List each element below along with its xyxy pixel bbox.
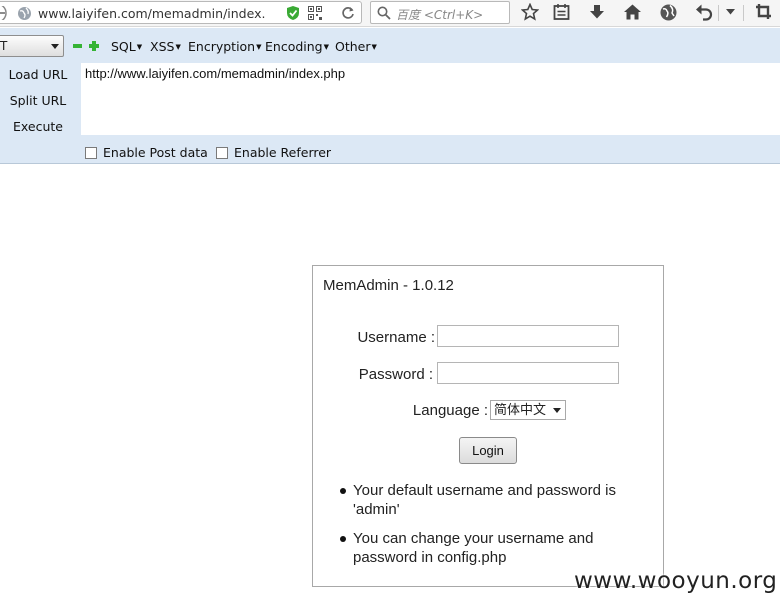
address-bar[interactable]: www.laiyifen.com/memadmin/index.p	[0, 1, 362, 24]
hackbar-menu-xss[interactable]: XSS▼	[150, 39, 181, 54]
enable-post-data-checkbox[interactable]: Enable Post data	[85, 145, 208, 160]
load-url-button[interactable]: Load URL	[6, 67, 70, 82]
chevron-down-icon: ▼	[136, 43, 143, 51]
hackbar-menu-encryption[interactable]: Encryption▼	[188, 39, 262, 54]
list-item: Your default username and password is 'a…	[337, 481, 627, 519]
toolbar-separator-2	[743, 5, 744, 21]
menu-label: Encryption	[188, 39, 256, 54]
reading-list-icon[interactable]	[553, 3, 570, 21]
qr-code-icon[interactable]	[308, 6, 322, 20]
bookmark-star-icon[interactable]	[521, 3, 539, 21]
checkbox-box[interactable]	[85, 147, 97, 159]
checkbox-label: Enable Referrer	[234, 145, 332, 160]
hackbar-url-textarea[interactable]: http://www.laiyifen.com/memadmin/index.p…	[81, 63, 780, 135]
search-placeholder: 百度 <Ctrl+K>	[396, 8, 484, 22]
chevron-down-icon: ▼	[371, 43, 377, 51]
hackbar-menu-encoding[interactable]: Encoding▼	[265, 39, 329, 54]
download-icon[interactable]	[588, 3, 606, 21]
shield-icon[interactable]	[286, 5, 300, 21]
search-box[interactable]: 百度 <Ctrl+K>	[370, 1, 510, 24]
search-icon	[377, 6, 391, 20]
crop-screenshot-icon[interactable]	[755, 3, 772, 20]
browser-toolbar: www.laiyifen.com/memadmin/index.p 百度 <Ct…	[0, 0, 780, 27]
globe-icon	[18, 7, 31, 20]
hackbar-function-select[interactable]: T	[0, 35, 64, 57]
language-label: Language :	[412, 402, 488, 419]
hackbar-menu-sql[interactable]: SQL▼	[111, 39, 142, 54]
watermark-text: www.wooyun.org	[574, 568, 778, 594]
language-select[interactable]: 简体中文	[490, 400, 566, 420]
url-text: www.laiyifen.com/memadmin/index.p	[38, 6, 266, 21]
username-input[interactable]	[437, 325, 619, 347]
list-item: You can change your username and passwor…	[337, 529, 627, 567]
menu-label: Other	[335, 39, 371, 54]
password-input[interactable]	[437, 362, 619, 384]
menu-label: SQL	[111, 39, 136, 54]
reload-icon[interactable]	[341, 6, 355, 20]
decrease-icon[interactable]	[73, 43, 82, 49]
chevron-down-icon: ▼	[323, 43, 329, 51]
hackbar-panel: T SQL▼ XSS▼ Encryption▼ Encoding▼ Other▼…	[0, 28, 780, 164]
enable-referrer-checkbox[interactable]: Enable Referrer	[216, 145, 331, 160]
increase-icon[interactable]	[89, 41, 99, 51]
language-select-value: 简体中文	[494, 402, 547, 417]
chevron-down-icon: ▼	[175, 43, 181, 51]
menu-label: XSS	[150, 39, 175, 54]
hackbar-select-value: T	[0, 39, 8, 53]
checkbox-box[interactable]	[216, 147, 228, 159]
web-globe-icon[interactable]	[659, 3, 678, 22]
menu-label: Encoding	[265, 39, 323, 54]
execute-button[interactable]: Execute	[6, 119, 70, 134]
checkbox-label: Enable Post data	[103, 145, 208, 160]
back-icon[interactable]	[0, 6, 9, 20]
login-panel: MemAdmin - 1.0.12 Username : Password : …	[312, 265, 664, 587]
toolbar-separator	[718, 5, 719, 21]
notes-list: Your default username and password is 'a…	[337, 481, 627, 577]
chevron-down-icon	[553, 408, 561, 413]
undo-icon[interactable]	[695, 3, 713, 21]
split-url-button[interactable]: Split URL	[6, 93, 70, 108]
hackbar-menu-other[interactable]: Other▼	[335, 39, 377, 54]
login-button[interactable]: Login	[459, 437, 517, 464]
home-icon[interactable]	[623, 3, 642, 21]
chevron-down-icon	[51, 44, 59, 49]
chevron-down-icon: ▼	[256, 43, 262, 51]
username-label: Username :	[357, 329, 435, 346]
password-label: Password :	[358, 366, 433, 383]
chevron-down-icon[interactable]	[726, 9, 735, 15]
page-title: MemAdmin - 1.0.12	[323, 277, 454, 294]
